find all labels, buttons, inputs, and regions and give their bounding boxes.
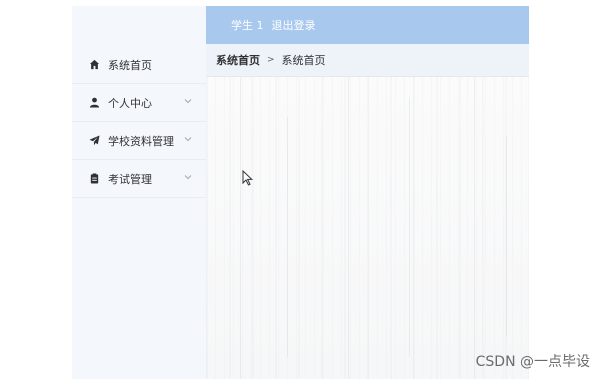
- main-area: 学生 1 退出登录 系统首页 > 系统首页: [206, 6, 529, 379]
- chevron-down-icon[interactable]: [184, 173, 192, 183]
- sidebar-item-exam-management[interactable]: 考试管理: [72, 160, 206, 198]
- content-background: [206, 77, 529, 379]
- clipboard-icon: [88, 173, 100, 185]
- mouse-cursor-icon: [242, 170, 254, 186]
- chevron-down-icon[interactable]: [184, 135, 192, 145]
- wood-grain: [409, 97, 410, 357]
- paper-plane-icon: [88, 135, 100, 147]
- sidebar-item-personal-center[interactable]: 个人中心: [72, 84, 206, 122]
- top-header: 学生 1 退出登录: [206, 6, 529, 44]
- sidebar: 系统首页 个人中心 学校资料管理 考试管理: [72, 6, 207, 379]
- breadcrumb: 系统首页 > 系统首页: [206, 44, 529, 77]
- sidebar-item-label: 考试管理: [108, 172, 152, 186]
- sidebar-item-label: 个人中心: [108, 96, 152, 110]
- sidebar-item-label: 系统首页: [108, 58, 152, 72]
- current-user: 学生 1: [231, 19, 264, 32]
- breadcrumb-root[interactable]: 系统首页: [216, 52, 260, 68]
- wood-grain: [506, 137, 507, 337]
- wood-grain: [474, 77, 475, 379]
- watermark: CSDN @一点毕设: [475, 354, 590, 370]
- wood-grain: [287, 117, 288, 357]
- sidebar-menu: 系统首页 个人中心 学校资料管理 考试管理: [72, 46, 206, 198]
- breadcrumb-current: 系统首页: [281, 54, 326, 67]
- breadcrumb-separator: >: [267, 55, 275, 65]
- app-window: 系统首页 个人中心 学校资料管理 考试管理 学生 1 退出登录 系统首页 > 系…: [72, 6, 529, 379]
- wood-grain: [348, 77, 349, 379]
- sidebar-item-home[interactable]: 系统首页: [72, 46, 206, 84]
- wood-grain: [240, 77, 241, 379]
- user-icon: [88, 97, 100, 109]
- chevron-down-icon[interactable]: [184, 97, 192, 107]
- logout-link[interactable]: 退出登录: [272, 17, 316, 33]
- sidebar-item-school-info[interactable]: 学校资料管理: [72, 122, 206, 160]
- sidebar-item-label: 学校资料管理: [108, 134, 174, 148]
- home-icon: [88, 59, 100, 71]
